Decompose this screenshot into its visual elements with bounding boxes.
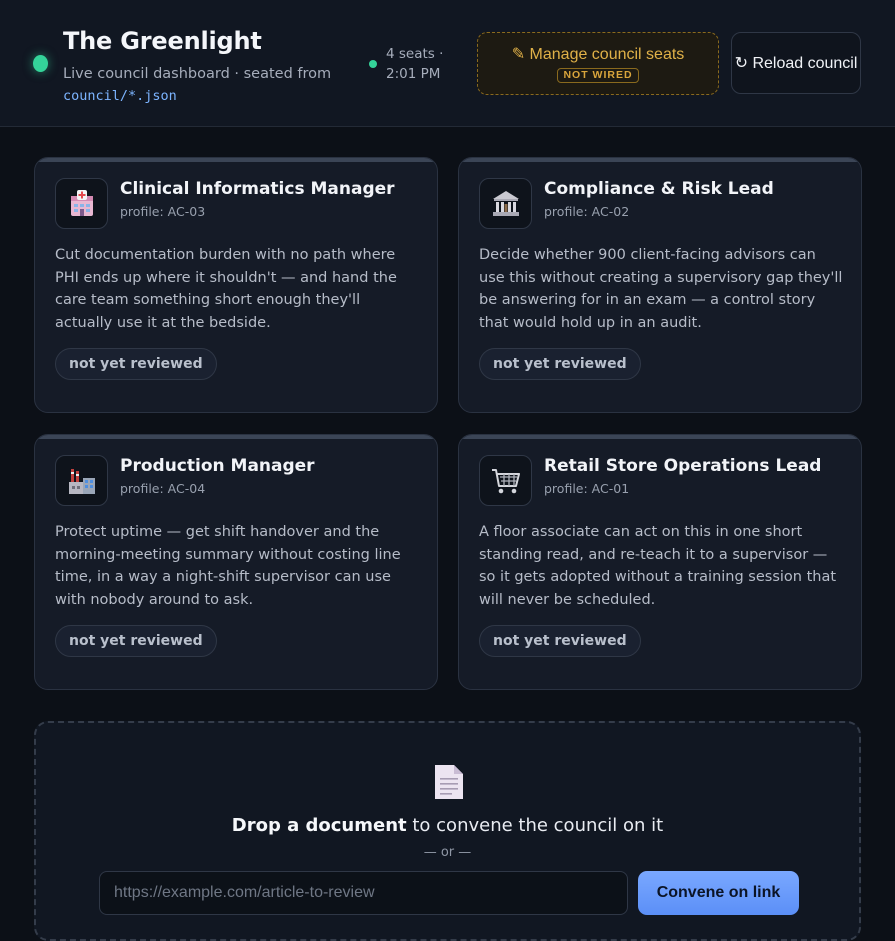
- page-subtitle: Live council dashboard · seated from cou…: [63, 63, 343, 107]
- council-member-name: Clinical Informatics Manager: [120, 179, 395, 199]
- not-wired-badge: NOT WIRED: [557, 68, 639, 83]
- council-member-profile: profile: AC-02: [544, 204, 630, 219]
- review-status-badge: not yet reviewed: [55, 625, 217, 657]
- manage-council-seats-button[interactable]: ✎ Manage council seats NOT WIRED: [477, 32, 719, 95]
- council-member-profile: profile: AC-04: [120, 481, 206, 496]
- dropzone-title-bold: Drop a document: [231, 815, 407, 836]
- seats-status-icon: [369, 60, 377, 68]
- last-updated-time: 2:01 PM: [386, 66, 441, 82]
- review-status-badge: not yet reviewed: [55, 348, 217, 380]
- live-status-icon: [33, 55, 48, 72]
- council-member-profile: profile: AC-03: [120, 204, 206, 219]
- document-dropzone[interactable]: Drop a document to convene the council o…: [34, 721, 861, 941]
- council-member-name: Production Manager: [120, 456, 315, 476]
- dropzone-title: Drop a document to convene the council o…: [36, 815, 859, 836]
- convene-on-link-button[interactable]: Convene on link: [638, 871, 799, 915]
- council-card: Production Manager profile: AC-04 Protec…: [34, 434, 438, 690]
- page-title: The Greenlight: [63, 27, 262, 55]
- factory-icon: [55, 455, 108, 506]
- council-card: Compliance & Risk Lead profile: AC-02 De…: [458, 157, 862, 413]
- bank-icon: [479, 178, 532, 229]
- council-member-description: Protect uptime — get shift handover and …: [55, 524, 401, 608]
- council-member-name: Compliance & Risk Lead: [544, 179, 774, 199]
- shopping-cart-icon: [479, 455, 532, 506]
- seats-status: 4 seats · 2:01 PM: [386, 44, 456, 84]
- seats-count: 4 seats ·: [386, 46, 444, 62]
- council-member-description: Decide whether 900 client-facing advisor…: [479, 247, 843, 331]
- council-member-description: A floor associate can act on this in one…: [479, 524, 837, 608]
- council-member-profile: profile: AC-01: [544, 481, 630, 496]
- council-card: Retail Store Operations Lead profile: AC…: [458, 434, 862, 690]
- council-card: Clinical Informatics Manager profile: AC…: [34, 157, 438, 413]
- article-url-input[interactable]: [99, 871, 628, 915]
- review-status-badge: not yet reviewed: [479, 625, 641, 657]
- reload-council-button[interactable]: ↻ Reload council: [731, 32, 861, 94]
- council-member-description: Cut documentation burden with no path wh…: [55, 247, 397, 331]
- review-status-badge: not yet reviewed: [479, 348, 641, 380]
- dropzone-or-divider: — or —: [423, 845, 472, 860]
- dropzone-title-rest: to convene the council on it: [406, 815, 664, 836]
- document-icon: [433, 763, 465, 805]
- subtitle-text: Live council dashboard · seated from: [63, 66, 332, 82]
- manage-button-label: ✎ Manage council seats: [511, 46, 685, 63]
- app-header: The Greenlight Live council dashboard · …: [0, 0, 895, 127]
- council-member-name: Retail Store Operations Lead: [544, 456, 822, 476]
- hospital-icon: [55, 178, 108, 229]
- source-path: council/*.json: [63, 88, 177, 104]
